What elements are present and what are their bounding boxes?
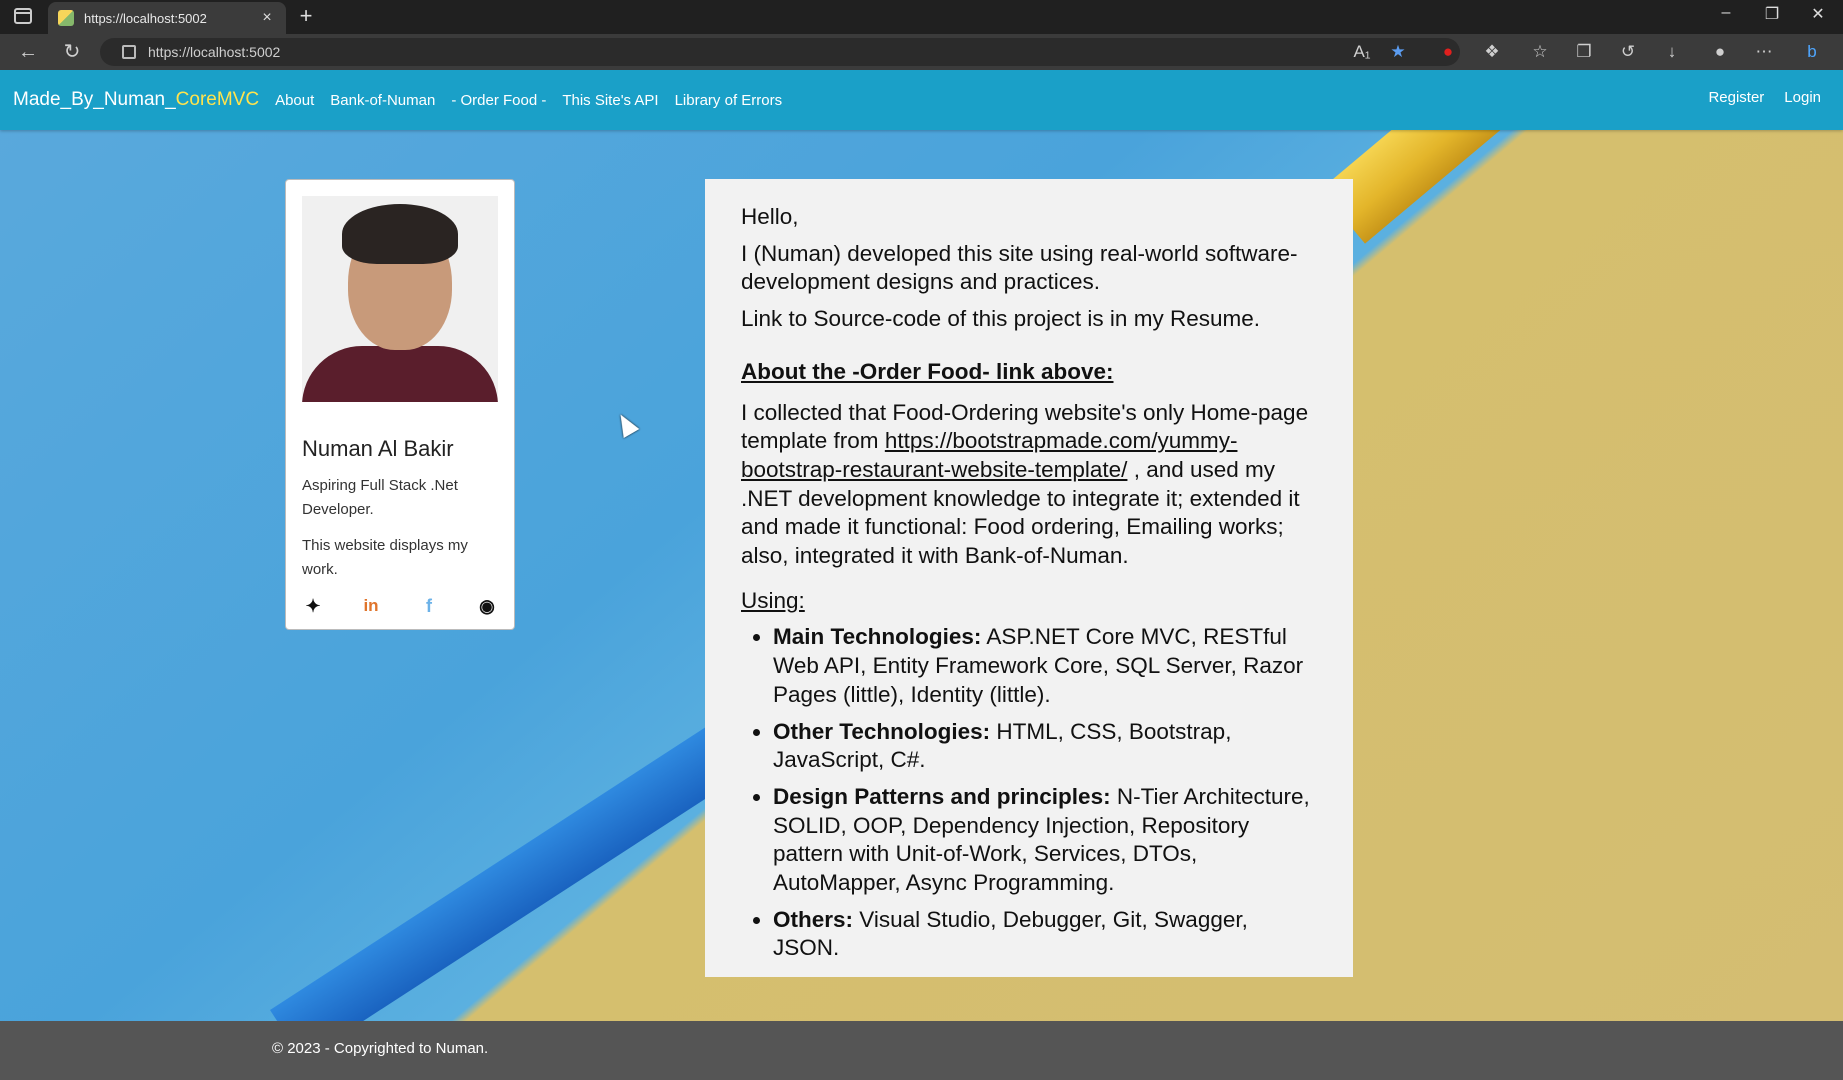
profile-icon[interactable]: ● bbox=[1708, 41, 1732, 63]
source-note: Link to Source-code of this project is i… bbox=[741, 306, 1260, 332]
tech-list: Main Technologies: ASP.NET Core MVC, RES… bbox=[773, 623, 1317, 963]
nav-library-of-errors[interactable]: Library of Errors bbox=[675, 92, 783, 109]
item-label: Others: bbox=[773, 906, 854, 932]
list-item: Other Technologies: HTML, CSS, Bootstrap… bbox=[773, 718, 1317, 775]
brand-accent: CoreMVC bbox=[175, 89, 260, 110]
browser-address-bar: ← ↻ https://localhost:5002 A₁ ★ ● ❖ ☆ ❐ … bbox=[0, 34, 1843, 70]
github-icon[interactable]: ◉ bbox=[476, 595, 498, 617]
lock-icon bbox=[122, 45, 136, 59]
list-item: Main Technologies: ASP.NET Core MVC, RES… bbox=[773, 623, 1317, 709]
favicon-icon bbox=[58, 10, 74, 26]
order-food-heading: About the -Order Food- link above: bbox=[741, 358, 1114, 384]
more-icon[interactable]: ⋯ bbox=[1752, 41, 1776, 63]
refresh-icon[interactable]: ↻ bbox=[58, 40, 86, 64]
nav-site-api[interactable]: This Site's API bbox=[562, 92, 658, 109]
linkedin-icon[interactable]: in bbox=[360, 595, 382, 617]
about-content-card: Hello, I (Numan) developed this site usi… bbox=[705, 179, 1353, 977]
favorites-icon[interactable]: ☆ bbox=[1528, 41, 1552, 63]
downloads-icon[interactable]: ↓ bbox=[1660, 41, 1684, 63]
extensions-icon[interactable]: ❖ bbox=[1480, 41, 1504, 63]
item-label: Main Technologies: bbox=[773, 624, 982, 650]
nav-about[interactable]: About bbox=[275, 92, 314, 109]
tab-title: https://localhost:5002 bbox=[84, 10, 207, 26]
read-aloud-icon[interactable]: A₁ bbox=[1350, 41, 1374, 63]
profile-tagline: Aspiring Full Stack .Net Developer. bbox=[302, 477, 458, 518]
greeting: Hello, bbox=[741, 204, 799, 229]
nav-right: Register Login bbox=[1708, 89, 1821, 106]
nav-order-food[interactable]: - Order Food - bbox=[451, 92, 546, 109]
login-link[interactable]: Login bbox=[1784, 89, 1821, 106]
using-label: Using: bbox=[741, 587, 805, 613]
collections-icon[interactable]: ❐ bbox=[1572, 41, 1596, 63]
footer-text: © 2023 - Copyrighted to Numan. bbox=[272, 1040, 489, 1057]
tab-actions-icon[interactable] bbox=[14, 8, 32, 24]
facebook-icon[interactable]: f bbox=[418, 595, 440, 617]
profile-card: Numan Al Bakir Aspiring Full Stack .Net … bbox=[285, 179, 515, 630]
history-icon[interactable]: ↺ bbox=[1616, 41, 1640, 63]
url-text: https://localhost:5002 bbox=[148, 44, 281, 60]
browser-tab-bar: https://localhost:5002 × + – ❐ ✕ bbox=[0, 0, 1843, 34]
item-label: Other Technologies: bbox=[773, 718, 991, 744]
brand-prefix: Made_By_Numan_ bbox=[13, 89, 176, 110]
copilot-icon[interactable]: b bbox=[1800, 41, 1824, 63]
profile-description: This website displays my work. bbox=[302, 537, 468, 578]
profile-photo bbox=[302, 196, 498, 402]
register-link[interactable]: Register bbox=[1708, 89, 1764, 106]
mouse-cursor bbox=[612, 409, 640, 439]
window-close-icon[interactable]: ✕ bbox=[1798, 4, 1838, 24]
site-navbar: Made_By_Numan_CoreMVC About Bank-of-Numa… bbox=[0, 70, 1843, 130]
back-icon[interactable]: ← bbox=[14, 40, 42, 64]
brand-link[interactable]: Made_By_Numan_CoreMVC bbox=[13, 89, 259, 111]
restore-icon[interactable]: ❐ bbox=[1752, 4, 1792, 24]
extension-icon[interactable]: ● bbox=[1436, 41, 1460, 63]
favorite-star-icon[interactable]: ★ bbox=[1386, 41, 1410, 63]
page-content: Made_By_Numan_CoreMVC About Bank-of-Numa… bbox=[0, 70, 1843, 1080]
list-item: Design Patterns and principles: N-Tier A… bbox=[773, 783, 1317, 898]
minimize-icon[interactable]: – bbox=[1706, 4, 1746, 22]
social-links: ✦ in f ◉ bbox=[302, 595, 498, 617]
twitter-icon[interactable]: ✦ bbox=[302, 595, 324, 617]
nav-bank-of-numan[interactable]: Bank-of-Numan bbox=[330, 92, 435, 109]
tab-close-icon[interactable]: × bbox=[258, 9, 276, 27]
intro-text: I (Numan) developed this site using real… bbox=[741, 240, 1298, 295]
site-footer: © 2023 - Copyrighted to Numan. bbox=[0, 1021, 1843, 1080]
browser-tab[interactable]: https://localhost:5002 × bbox=[48, 2, 286, 34]
list-item: Others: Visual Studio, Debugger, Git, Sw… bbox=[773, 906, 1317, 963]
item-label: Design Patterns and principles: bbox=[773, 783, 1111, 809]
profile-name: Numan Al Bakir bbox=[302, 436, 454, 461]
new-tab-button[interactable]: + bbox=[294, 4, 318, 28]
url-input[interactable]: https://localhost:5002 bbox=[100, 38, 1460, 66]
order-food-paragraph: I collected that Food-Ordering website's… bbox=[741, 399, 1317, 571]
